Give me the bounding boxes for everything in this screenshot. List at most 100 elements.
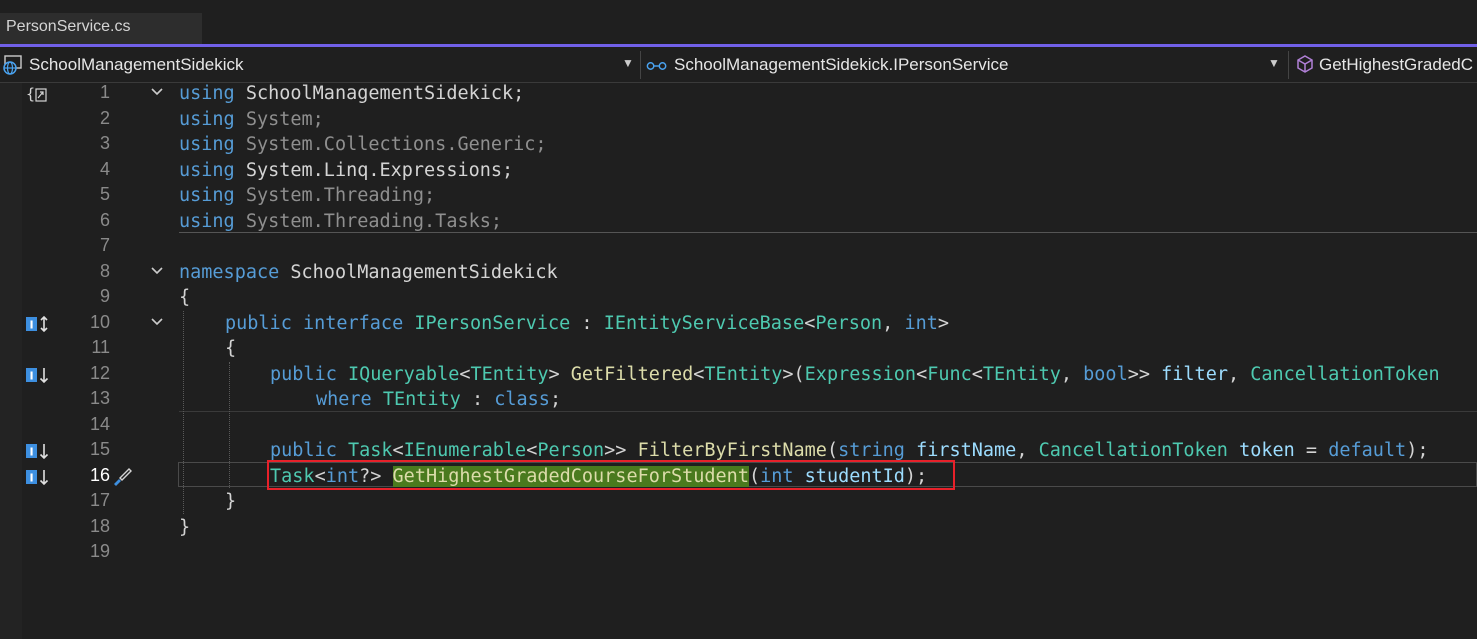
code-token: IPersonService (414, 312, 571, 334)
code-token: interface (302, 312, 404, 334)
code-token: IQueryable (347, 363, 460, 385)
code-token: < (392, 440, 404, 461)
code-token: < (693, 363, 705, 385)
code-line[interactable]: 6 using System.Threading.Tasks; (0, 209, 1477, 235)
line-number: 11 (91, 337, 110, 357)
code-token: TEntity (382, 389, 461, 410)
code-token: , (1016, 440, 1039, 461)
code-token: { (179, 287, 191, 308)
code-token: : (570, 312, 604, 334)
line-number: 18 (89, 515, 110, 536)
line-number: 19 (89, 541, 110, 561)
code-line[interactable]: 4 using System.Linq.Expressions; (0, 158, 1477, 184)
project-dropdown[interactable]: SchoolManagementSidekick ▼ (0, 47, 640, 82)
code-token: < (526, 440, 538, 461)
member-dropdown[interactable]: GetHighestGradedC (1292, 47, 1477, 82)
code-token: where (316, 389, 372, 410)
fold-chevron-icon[interactable] (148, 83, 166, 101)
code-token: using (179, 83, 235, 104)
line-number: 12 (89, 362, 110, 383)
code-token: < (971, 363, 983, 385)
quick-actions-brush-icon[interactable] (110, 464, 134, 488)
svg-text:{: { (26, 85, 35, 103)
code-token: string (838, 440, 905, 461)
implementation-down-icon[interactable]: I (25, 441, 51, 461)
line-number: 4 (99, 158, 110, 179)
fold-chevron-icon[interactable] (148, 262, 166, 280)
highlight-box (267, 460, 955, 490)
code-snippet-icon[interactable]: { (25, 84, 51, 104)
code-token: >> (604, 440, 638, 461)
code-token: filter (1161, 363, 1228, 385)
document-tab-strip: PersonService.cs (0, 0, 1477, 44)
code-token: Func (927, 363, 972, 385)
svg-text:I: I (29, 318, 33, 331)
code-line[interactable]: {1 using SchoolManagementSidekick; (0, 81, 1477, 107)
line-number: 13 (89, 388, 110, 408)
code-token: : (460, 389, 495, 410)
implementation-down-icon[interactable]: I (25, 467, 51, 487)
code-editor[interactable]: {1 using SchoolManagementSidekick; 2 using … (0, 81, 1477, 639)
code-token: , (882, 312, 905, 334)
code-line[interactable]: 2 using System; (0, 107, 1477, 133)
code-token: System.Threading; (234, 185, 436, 206)
document-tab-person-service[interactable]: PersonService.cs (0, 13, 202, 44)
code-token: > (548, 363, 571, 385)
line-number: 17 (89, 490, 110, 510)
code-token: System.Linq.Expressions; (234, 159, 514, 181)
svg-text:I: I (29, 446, 33, 459)
chevron-down-icon: ▼ (622, 56, 634, 70)
fold-chevron-icon[interactable] (148, 313, 166, 331)
code-text: } (179, 515, 190, 540)
code-line[interactable]: 13 where TEntity : class; (0, 387, 1477, 413)
code-token: using (179, 159, 235, 181)
code-line[interactable]: I 10 public interface IPersonService : IEn… (0, 311, 1477, 337)
implementation-updown-icon[interactable]: I (25, 314, 51, 334)
code-line[interactable]: 3 using System.Collections.Generic; (0, 132, 1477, 158)
code-token: Task (347, 440, 393, 461)
project-name: SchoolManagementSidekick (29, 55, 244, 74)
code-line[interactable]: 11 { (0, 336, 1477, 362)
code-line[interactable]: 18} (0, 515, 1477, 541)
code-token: GetFiltered (570, 363, 694, 385)
code-token: using (179, 210, 235, 232)
code-text: using SchoolManagementSidekick; (179, 81, 524, 106)
code-line[interactable]: 7 (0, 234, 1477, 260)
navbar-divider (640, 51, 641, 79)
type-dropdown[interactable]: SchoolManagementSidekick.IPersonService … (644, 47, 1286, 82)
code-token: { (225, 338, 237, 359)
code-token: firstName (916, 440, 1017, 461)
code-token: Expression (804, 363, 917, 385)
code-token: public (225, 312, 292, 334)
code-token: > (937, 312, 950, 334)
code-line[interactable]: 14 (0, 413, 1477, 439)
code-token: FilterByFirstName (637, 440, 827, 461)
code-line[interactable]: 19 (0, 540, 1477, 566)
code-line[interactable]: 9{ (0, 285, 1477, 311)
code-token: , (1227, 363, 1251, 385)
navigation-bar: SchoolManagementSidekick ▼ SchoolManagem… (0, 47, 1477, 83)
code-token: namespace (179, 261, 280, 283)
line-number: 1 (99, 82, 110, 102)
line-number: 8 (99, 260, 110, 281)
line-number: 9 (99, 286, 110, 306)
code-line[interactable]: 17} (0, 489, 1477, 515)
code-line[interactable]: 8 namespace SchoolManagementSidekick (0, 260, 1477, 286)
code-token: CancellationToken (1038, 440, 1228, 461)
code-token: } (225, 491, 237, 512)
code-line[interactable]: 5 using System.Threading; (0, 183, 1477, 209)
code-token: int (904, 312, 938, 334)
line-number: 5 (99, 184, 110, 204)
code-token: >> (1127, 363, 1162, 385)
implementation-down-icon[interactable]: I (25, 365, 51, 385)
code-text: public interface IPersonService : IEntit… (225, 311, 949, 336)
code-line[interactable]: I 12 public IQueryable<TEntity> GetFiltere… (0, 362, 1477, 388)
code-token: System; (234, 108, 324, 130)
line-number: 16 (89, 464, 110, 485)
project-globe-icon (3, 55, 22, 75)
